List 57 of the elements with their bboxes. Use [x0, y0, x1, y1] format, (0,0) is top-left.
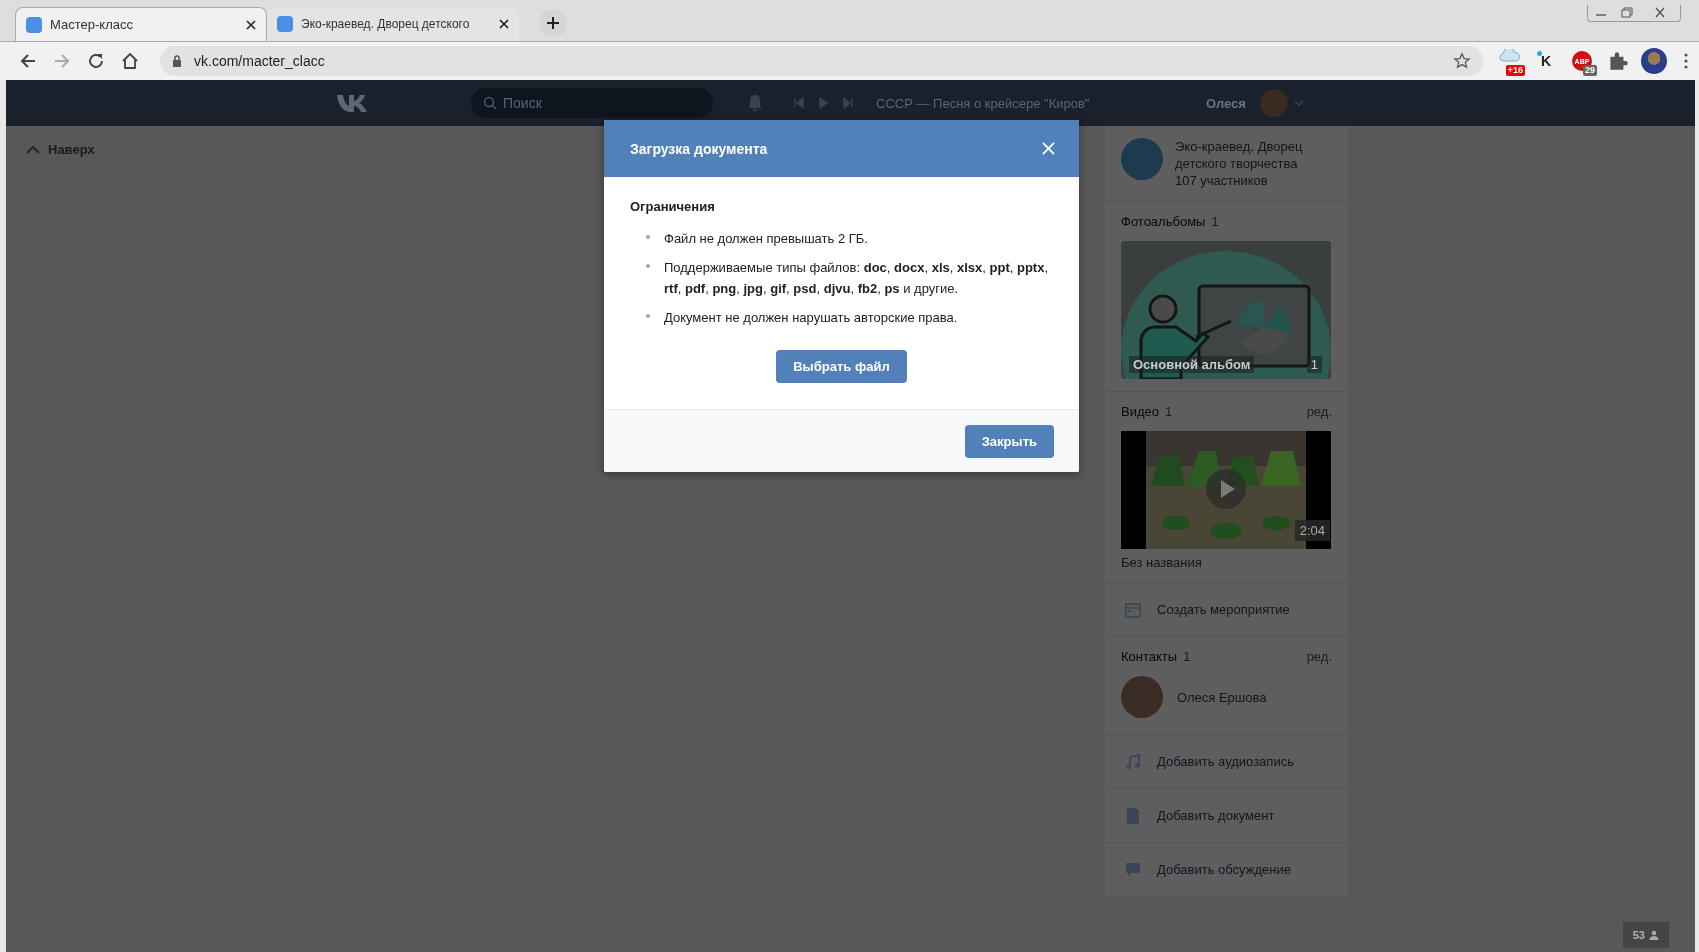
- back-to-top-link[interactable]: Наверх: [48, 142, 95, 157]
- edit-link[interactable]: ред.: [1306, 649, 1332, 664]
- close-icon[interactable]: [499, 19, 509, 29]
- choose-file-button[interactable]: Выбрать файл: [776, 350, 907, 383]
- play-button[interactable]: [1206, 469, 1246, 509]
- action-row[interactable]: Добавить обсуждение: [1105, 843, 1348, 897]
- album-name[interactable]: Основной альбом: [1129, 356, 1255, 373]
- album-count: 1: [1306, 356, 1322, 373]
- chevron-up-icon[interactable]: [26, 145, 40, 154]
- profile-avatar[interactable]: [1641, 48, 1667, 74]
- bullet-icon: [646, 264, 650, 268]
- lock-icon: [172, 55, 182, 67]
- bullet-icon: [646, 314, 650, 318]
- document-icon: [1125, 807, 1141, 824]
- section-title[interactable]: Контакты: [1121, 649, 1178, 664]
- rule-text: Файл не должен превышать 2 ГБ.: [664, 230, 868, 248]
- group-name[interactable]: Эко-краевед. Дворец детского творчества: [1175, 138, 1332, 172]
- contact-avatar[interactable]: [1121, 676, 1163, 718]
- dialog-title: Загрузка документа: [630, 140, 768, 157]
- track-title[interactable]: СССР — Песня о крейсере "Киров": [876, 95, 1206, 111]
- section-count: 1: [1183, 649, 1192, 664]
- star-icon[interactable]: [1453, 52, 1471, 70]
- video-title[interactable]: Без названия: [1121, 555, 1332, 570]
- menu-icon[interactable]: [1683, 51, 1689, 71]
- person-icon: [1649, 930, 1659, 940]
- browser-tab[interactable]: Мастер-класс: [15, 7, 267, 41]
- new-tab-button[interactable]: [539, 9, 567, 37]
- action-row[interactable]: Создать мероприятие: [1105, 583, 1348, 637]
- video-duration: 2:04: [1294, 520, 1330, 541]
- contact-name[interactable]: Олеся Ершова: [1177, 689, 1267, 705]
- section-title[interactable]: Фотоальбомы: [1121, 214, 1206, 229]
- user-name[interactable]: Олеся: [1206, 95, 1246, 111]
- bullet-icon: [646, 235, 650, 239]
- search-field[interactable]: Поиск: [471, 88, 713, 118]
- section-count: 1: [1211, 214, 1220, 229]
- music-note-icon: [1125, 753, 1141, 770]
- rule-text: Поддерживаемые типы файлов: doc, docx, xls, xlsx, ppt, pptx, rtf, pdf, png, jpg, gif, psd, djvu, fb2, ps и другие.: [664, 259, 1050, 298]
- group-avatar[interactable]: [1121, 138, 1163, 180]
- section-heading: Ограничения: [630, 199, 716, 214]
- browser-tab[interactable]: Эко-краевед. Дворец детского: [267, 7, 519, 41]
- section-count: 1: [1165, 404, 1174, 419]
- search-icon: [483, 96, 497, 110]
- section-title[interactable]: Видео: [1121, 404, 1159, 419]
- online-count[interactable]: 53: [1632, 929, 1645, 941]
- album-card[interactable]: Основной альбом 1: [1121, 241, 1332, 379]
- close-icon[interactable]: [246, 19, 256, 30]
- member-count[interactable]: 107 участников: [1175, 172, 1332, 189]
- close-button[interactable]: Закрыть: [964, 425, 1054, 458]
- home-icon[interactable]: [120, 51, 140, 71]
- address-bar[interactable]: vk.com/macter_clacc: [160, 46, 1483, 76]
- reload-icon[interactable]: [86, 51, 106, 71]
- rule-text: Документ не должен нарушать авторские права.: [664, 309, 958, 327]
- edit-link[interactable]: ред.: [1306, 404, 1332, 419]
- speech-bubble-icon: [1125, 861, 1141, 878]
- action-row[interactable]: Добавить документ: [1105, 789, 1348, 843]
- action-row[interactable]: Добавить аудиозапись: [1105, 735, 1348, 789]
- calendar-icon: [1125, 601, 1141, 618]
